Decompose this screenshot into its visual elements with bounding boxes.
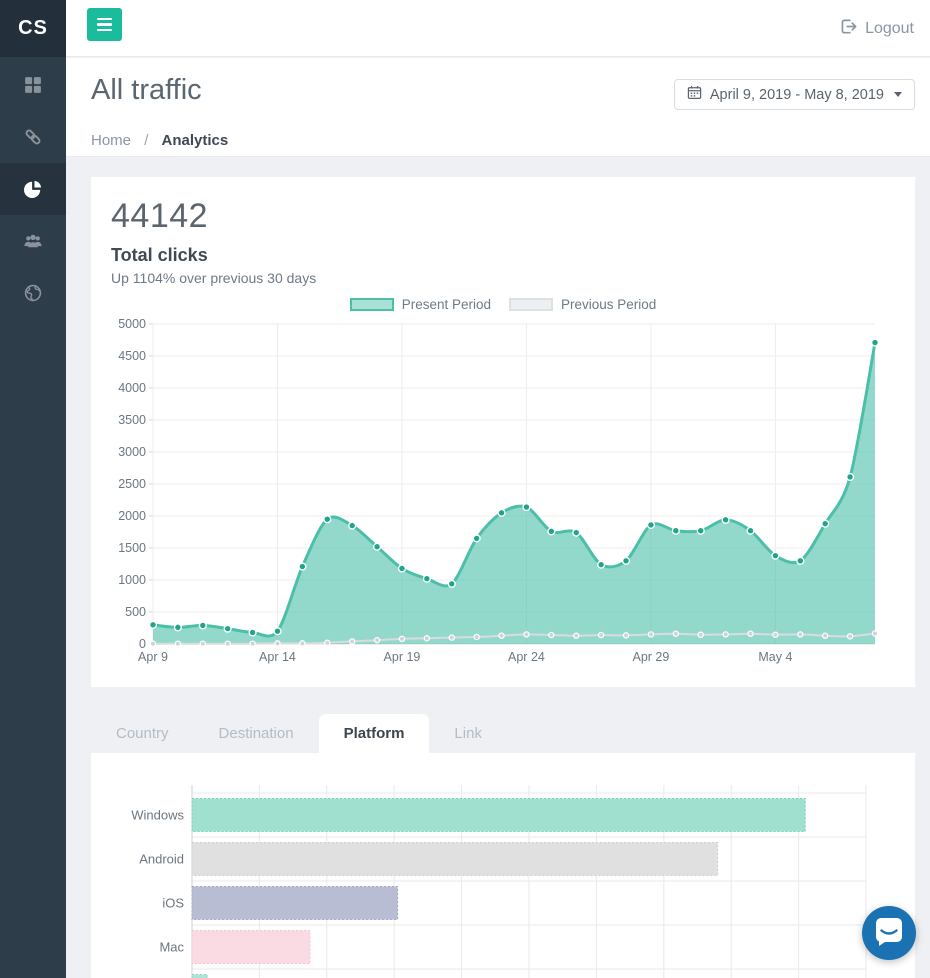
breadcrumb: Home / Analytics xyxy=(91,132,228,149)
sidebar-item-audience[interactable] xyxy=(0,215,66,267)
svg-text:Android: Android xyxy=(139,852,184,867)
sidebar-item-world[interactable] xyxy=(0,267,66,319)
svg-text:5000: 5000 xyxy=(118,317,146,331)
chart-legend: Present Period Previous Period xyxy=(111,297,895,312)
stat-total-value: 44142 xyxy=(111,197,895,236)
svg-text:500: 500 xyxy=(125,605,146,619)
svg-text:1500: 1500 xyxy=(118,541,146,555)
topbar: Logout xyxy=(66,0,930,57)
globe-icon xyxy=(24,284,42,302)
svg-text:Mac: Mac xyxy=(159,940,184,955)
page-header: All traffic Home / Analytics April 9, 20… xyxy=(66,58,930,157)
sidebar-item-dashboard[interactable] xyxy=(0,59,66,111)
chat-launcher-button[interactable] xyxy=(862,906,916,960)
grid-icon xyxy=(24,76,42,94)
stat-total-label: Total clicks xyxy=(111,245,895,266)
chevron-down-icon xyxy=(894,92,902,97)
svg-text:Apr 24: Apr 24 xyxy=(508,650,545,664)
svg-text:4000: 4000 xyxy=(118,381,146,395)
chat-bubble-icon xyxy=(862,905,916,962)
platform-bar-chart: WindowsAndroidiOSMacOther xyxy=(91,767,915,978)
date-range-value: April 9, 2019 - May 8, 2019 xyxy=(710,87,884,103)
svg-text:Apr 19: Apr 19 xyxy=(384,650,421,664)
sidebar-item-links[interactable] xyxy=(0,111,66,163)
tab-destination[interactable]: Destination xyxy=(194,714,319,753)
svg-text:May 4: May 4 xyxy=(758,650,792,664)
sidebar: CS xyxy=(0,0,66,978)
calendar-icon xyxy=(687,85,702,104)
svg-text:3500: 3500 xyxy=(118,413,146,427)
legend-previous-label: Previous Period xyxy=(561,297,656,312)
stat-change-text: Up 1104% over previous 30 days xyxy=(111,270,895,286)
legend-previous: Previous Period xyxy=(509,297,656,312)
users-icon xyxy=(24,232,42,250)
svg-text:1000: 1000 xyxy=(118,573,146,587)
tab-platform[interactable]: Platform xyxy=(319,714,430,753)
svg-text:4500: 4500 xyxy=(118,349,146,363)
clicks-area-chart: 0 500 1000 1500 2000 2500 3000 3500 4000 4500 5000… xyxy=(111,316,895,668)
svg-text:Windows: Windows xyxy=(131,808,184,823)
breadcrumb-home-link[interactable]: Home xyxy=(91,132,131,149)
breadcrumb-current: Analytics xyxy=(162,132,229,149)
app-logo[interactable]: CS xyxy=(0,0,66,57)
page-title: All traffic xyxy=(91,74,202,107)
svg-text:2500: 2500 xyxy=(118,477,146,491)
svg-text:iOS: iOS xyxy=(162,896,184,911)
sign-out-icon xyxy=(840,18,857,40)
pie-chart-icon xyxy=(24,180,42,198)
tab-country[interactable]: Country xyxy=(91,714,194,753)
sidebar-item-analytics[interactable] xyxy=(0,163,66,215)
breadcrumb-separator: / xyxy=(144,132,148,149)
date-range-picker-button[interactable]: April 9, 2019 - May 8, 2019 xyxy=(674,79,915,110)
total-clicks-card: 44142 Total clicks Up 1104% over previou… xyxy=(91,177,915,687)
svg-text:0: 0 xyxy=(139,637,146,651)
svg-text:Apr 29: Apr 29 xyxy=(633,650,670,664)
legend-present: Present Period xyxy=(350,297,491,312)
previous-period-swatch xyxy=(509,298,553,311)
link-icon xyxy=(24,128,42,146)
svg-text:2000: 2000 xyxy=(118,509,146,523)
hamburger-menu-button[interactable] xyxy=(87,8,122,41)
platform-tabs: CountryDestinationPlatformLink xyxy=(91,713,507,753)
legend-present-label: Present Period xyxy=(402,297,491,312)
tab-link[interactable]: Link xyxy=(429,714,507,753)
sidebar-nav xyxy=(0,59,66,319)
logout-button[interactable]: Logout xyxy=(840,0,914,57)
svg-text:3000: 3000 xyxy=(118,445,146,459)
logout-label: Logout xyxy=(865,20,914,38)
svg-text:Apr 14: Apr 14 xyxy=(259,650,296,664)
present-period-swatch xyxy=(350,298,394,311)
svg-text:Apr 9: Apr 9 xyxy=(138,650,168,664)
platform-card: WindowsAndroidiOSMacOther xyxy=(91,753,915,978)
main-content: 44142 Total clicks Up 1104% over previou… xyxy=(66,157,930,978)
